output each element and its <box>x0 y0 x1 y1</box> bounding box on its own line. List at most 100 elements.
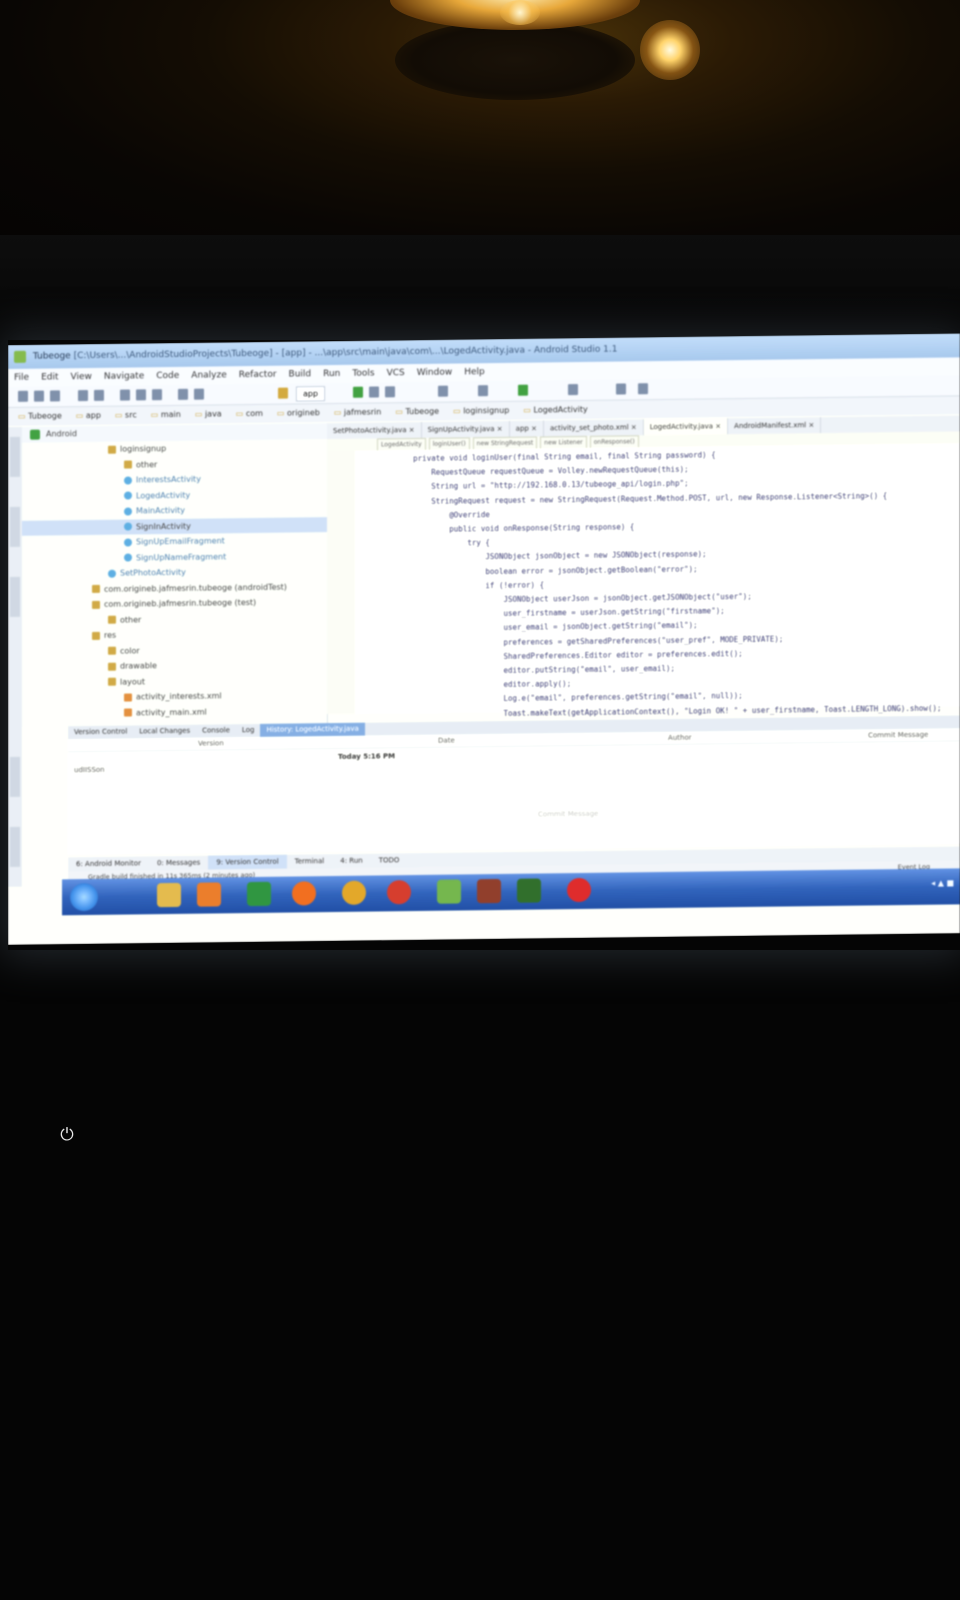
class-icon <box>124 553 132 562</box>
editor-crumb[interactable]: LogedActivity <box>377 437 426 452</box>
editor-crumb[interactable]: loginUser() <box>428 437 470 452</box>
media-player-icon[interactable] <box>197 882 221 907</box>
menu-run[interactable]: Run <box>323 369 340 379</box>
code-content[interactable]: private void loginUser(final String emai… <box>377 445 957 750</box>
structure-icon[interactable] <box>568 384 578 396</box>
sync-icon[interactable] <box>50 390 60 402</box>
vcs-tab[interactable]: History: LogedActivity.java <box>260 722 365 737</box>
menu-file[interactable]: File <box>14 373 29 383</box>
breadcrumb-item[interactable]: loginsignup <box>449 402 513 421</box>
help-icon[interactable] <box>638 383 648 395</box>
app-icon[interactable] <box>477 878 501 904</box>
column-author[interactable]: Author <box>668 732 692 744</box>
build-icon[interactable] <box>278 387 288 399</box>
breadcrumb-item[interactable]: Tubeoge <box>391 403 443 422</box>
build-variants-tool-button[interactable] <box>10 826 20 867</box>
editor-crumb[interactable]: new Listener <box>540 435 587 451</box>
undo-icon[interactable] <box>78 390 88 402</box>
tool-window-button[interactable]: 0: Messages <box>149 856 208 871</box>
editor-tab[interactable]: app × <box>509 420 544 437</box>
excel-icon[interactable] <box>247 881 271 907</box>
menu-code[interactable]: Code <box>156 371 179 381</box>
menu-window[interactable]: Window <box>417 368 453 378</box>
firefox-icon[interactable] <box>292 881 316 906</box>
save-icon[interactable] <box>34 390 44 402</box>
menu-view[interactable]: View <box>71 372 92 382</box>
open-icon[interactable] <box>18 390 28 402</box>
editor-tab[interactable]: activity_set_photo.xml × <box>543 419 644 437</box>
breadcrumb-item[interactable]: java <box>191 405 226 423</box>
folder-icon <box>92 584 100 593</box>
stop-icon[interactable] <box>438 385 448 397</box>
column-commit-message[interactable]: Commit Message <box>868 729 928 742</box>
editor-crumb[interactable]: onResponse() <box>589 435 639 450</box>
system-tray[interactable]: ◂ ▲ ■ <box>931 878 954 887</box>
breadcrumb-item[interactable]: origineb <box>273 404 324 423</box>
tool-window-button[interactable]: 6: Android Monitor <box>68 856 149 871</box>
breadcrumb-item[interactable]: LogedActivity <box>519 401 591 420</box>
replace-icon[interactable] <box>194 388 204 400</box>
cut-icon[interactable] <box>120 389 130 401</box>
tree-item-label: activity_main.xml <box>136 707 207 717</box>
folder-icon <box>124 460 132 469</box>
menu-edit[interactable]: Edit <box>41 372 58 382</box>
breadcrumb-item[interactable]: main <box>147 406 185 424</box>
menu-help[interactable]: Help <box>464 367 485 377</box>
structure-tool-button[interactable] <box>10 506 20 547</box>
project-tool-button[interactable] <box>10 436 20 477</box>
breadcrumb-item[interactable]: src <box>111 406 141 424</box>
editor-tab[interactable]: LogedActivity.java × <box>643 418 729 436</box>
breadcrumb-item[interactable]: com <box>232 405 267 423</box>
start-button[interactable] <box>70 882 98 912</box>
code-editor[interactable]: LogedActivity loginUser() new StringReques… <box>327 431 960 746</box>
menu-refactor[interactable]: Refactor <box>239 370 277 380</box>
vcs-tab[interactable]: Local Changes <box>133 725 196 739</box>
tool-window-button[interactable]: 4: Run <box>332 854 370 868</box>
redo-icon[interactable] <box>94 389 104 401</box>
folder-icon <box>92 631 100 640</box>
editor-tab[interactable]: AndroidManifest.xml × <box>728 417 822 435</box>
breadcrumb-item[interactable]: app <box>72 407 105 425</box>
editor-tab[interactable]: SignUpActivity.java × <box>421 420 510 438</box>
tool-window-button[interactable]: Terminal <box>287 854 333 869</box>
attach-icon[interactable] <box>385 386 395 398</box>
run-icon[interactable] <box>353 386 363 398</box>
breadcrumb-item[interactable]: jafmesrin <box>330 403 386 422</box>
avd-manager-icon[interactable] <box>518 384 528 396</box>
tool-window-button[interactable]: TODO <box>371 853 408 867</box>
menu-analyze[interactable]: Analyze <box>191 370 226 380</box>
captures-tool-button[interactable] <box>10 576 20 617</box>
menu-vcs[interactable]: VCS <box>387 368 405 378</box>
favorites-tool-button[interactable] <box>10 756 20 797</box>
sdk-manager-icon[interactable] <box>478 385 488 397</box>
run-config-select[interactable]: app <box>296 386 326 402</box>
menu-navigate[interactable]: Navigate <box>104 371 144 381</box>
column-version[interactable]: Version <box>198 737 224 749</box>
menu-tools[interactable]: Tools <box>352 369 374 379</box>
vcs-tab[interactable]: Log <box>236 724 261 737</box>
column-date[interactable]: Date <box>438 735 455 747</box>
breadcrumb-item[interactable]: Tubeoge <box>14 407 66 426</box>
menu-build[interactable]: Build <box>289 369 312 379</box>
copy-icon[interactable] <box>136 389 146 401</box>
settings-icon[interactable] <box>616 383 626 395</box>
find-icon[interactable] <box>178 388 188 400</box>
project-panel: Android loginsignup other InterestsActivit… <box>22 423 328 727</box>
vcs-tab[interactable]: Console <box>196 724 236 737</box>
ide-window: Tubeoge [C:\Users\...\AndroidStudioProje… <box>8 333 960 946</box>
tree-item-label: com.origineb.jafmesrin.tubeoge (androidT… <box>104 582 287 594</box>
android-studio-icon[interactable] <box>437 879 461 904</box>
editor-tab[interactable]: SetPhotoActivity.java × <box>327 421 422 440</box>
editor-crumb[interactable]: new StringRequest <box>472 436 538 452</box>
commit-message-hint: Commit Message <box>538 809 599 819</box>
paste-icon[interactable] <box>152 389 162 401</box>
explorer-icon[interactable] <box>157 882 181 908</box>
chrome-icon[interactable] <box>342 880 366 905</box>
tree-item[interactable]: activity_main.xml <box>22 703 327 722</box>
opera-icon[interactable] <box>567 877 591 903</box>
tool-window-button[interactable]: 9: Version Control <box>208 854 287 870</box>
app-icon[interactable] <box>517 878 541 903</box>
debug-icon[interactable] <box>369 386 379 398</box>
vcs-tab[interactable]: Version Control <box>68 725 133 739</box>
chrome-icon[interactable] <box>387 880 411 905</box>
